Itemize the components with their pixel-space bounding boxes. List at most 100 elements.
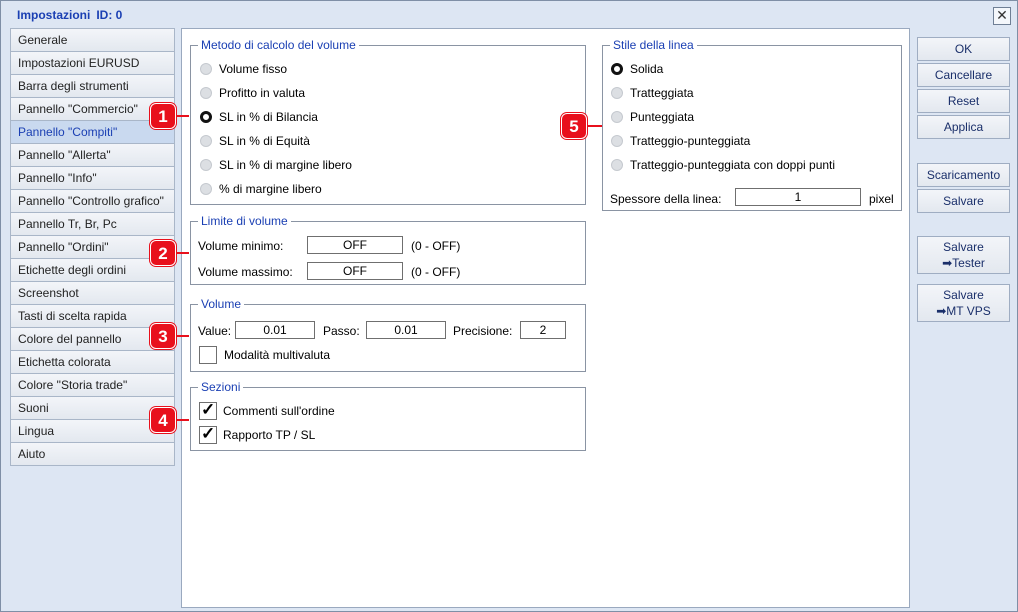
- radio-free-margin[interactable]: % di margine libero: [200, 180, 322, 198]
- annotation-line-2: [177, 252, 189, 254]
- volume-limit-title: Limite di volume: [198, 213, 291, 229]
- line-width-unit: pixel: [869, 192, 894, 206]
- radio-button[interactable]: [200, 182, 212, 195]
- annotation-line-3: [177, 335, 189, 337]
- order-comments-checkbox[interactable]: ✓: [199, 400, 217, 420]
- radio-button-selected[interactable]: [200, 110, 212, 123]
- radio-label: SL in % di Equità: [219, 134, 310, 148]
- max-volume-hint: (0 - OFF): [411, 265, 461, 279]
- save-button[interactable]: Salvare: [917, 189, 1010, 213]
- reset-button[interactable]: Reset: [917, 89, 1010, 113]
- radio-button[interactable]: [611, 110, 623, 123]
- radio-sl-free-margin[interactable]: SL in % di margine libero: [200, 156, 352, 174]
- annotation-line-1: [177, 115, 189, 117]
- sections-title: Sezioni: [198, 379, 244, 395]
- volume-group: Volume Value: 0.01 Passo: 0.01 Precision…: [190, 296, 586, 372]
- radio-dash-dot-dot[interactable]: Tratteggio-punteggiata con doppi punti: [611, 156, 835, 174]
- settings-window: Impostazioni ID: 0 ✕ Generale Impostazion…: [0, 0, 1018, 612]
- annotation-line-5: [588, 125, 602, 127]
- radio-label: Volume fisso: [219, 62, 288, 76]
- sidebar-item-toolbar[interactable]: Barra degli strumenti: [10, 74, 175, 98]
- title-bar: Impostazioni ID: 0 ✕: [1, 1, 1017, 27]
- radio-button[interactable]: [200, 86, 212, 99]
- radio-label: Profitto in valuta: [219, 86, 306, 100]
- radio-fixed-volume[interactable]: Volume fisso: [200, 60, 287, 78]
- multicurrency-label: Modalità multivaluta: [224, 348, 331, 362]
- download-button[interactable]: Scaricamento: [917, 163, 1010, 187]
- multicurrency-checkbox[interactable]: [199, 346, 217, 364]
- cancel-button[interactable]: Cancellare: [917, 63, 1010, 87]
- sidebar-item-chart-control-panel[interactable]: Pannello "Controllo grafico": [10, 189, 175, 213]
- apply-button[interactable]: Applica: [917, 115, 1010, 139]
- min-volume-input[interactable]: OFF: [307, 236, 403, 254]
- volume-title: Volume: [198, 296, 245, 312]
- save-vps-line2: ➡MT VPS: [936, 304, 991, 318]
- sidebar-item-tr-br-pc-panel[interactable]: Pannello Tr, Br, Pc: [10, 212, 175, 236]
- radio-button[interactable]: [611, 158, 623, 171]
- radio-label: SL in % di Bilancia: [219, 110, 318, 124]
- radio-solid[interactable]: Solida: [611, 60, 663, 78]
- sidebar-item-alert-panel[interactable]: Pannello "Allerta": [10, 143, 175, 167]
- radio-profit-currency[interactable]: Profitto in valuta: [200, 84, 305, 102]
- radio-button-selected[interactable]: [611, 62, 623, 75]
- sidebar-item-screenshot[interactable]: Screenshot: [10, 281, 175, 305]
- settings-panel: Metodo di calcolo del volume Volume fiss…: [181, 28, 910, 608]
- radio-button[interactable]: [200, 62, 212, 75]
- close-icon: ✕: [996, 7, 1008, 23]
- sidebar-item-help[interactable]: Aiuto: [10, 442, 175, 466]
- min-volume-hint: (0 - OFF): [411, 239, 461, 253]
- radio-button[interactable]: [611, 134, 623, 147]
- save-tester-button[interactable]: Salvare ➡Tester: [917, 236, 1010, 274]
- window-title-text: Impostazioni: [17, 8, 91, 22]
- save-vps-line1: Salvare: [943, 288, 984, 302]
- precision-input[interactable]: 2: [520, 321, 566, 339]
- line-style-group: Stile della linea Solida Tratteggiata Pu…: [602, 37, 902, 211]
- radio-button[interactable]: [200, 158, 212, 171]
- save-tester-line1: Salvare: [943, 240, 984, 254]
- line-width-input[interactable]: 1: [735, 188, 861, 206]
- max-volume-label: Volume massimo:: [198, 265, 293, 279]
- volume-method-title: Metodo di calcolo del volume: [198, 37, 359, 53]
- tp-sl-ratio-label: Rapporto TP / SL: [223, 428, 316, 442]
- sidebar-item-info-panel[interactable]: Pannello "Info": [10, 166, 175, 190]
- sidebar-item-symbol-settings[interactable]: Impostazioni EURUSD: [10, 51, 175, 75]
- radio-dash-dot[interactable]: Tratteggio-punteggiata: [611, 132, 750, 150]
- volume-method-group: Metodo di calcolo del volume Volume fiss…: [190, 37, 586, 205]
- annotation-badge-2: 2: [150, 240, 176, 266]
- sidebar-item-trade-history-color[interactable]: Colore "Storia trade": [10, 373, 175, 397]
- tp-sl-ratio-checkbox[interactable]: ✓: [199, 424, 217, 444]
- max-volume-input[interactable]: OFF: [307, 262, 403, 280]
- line-width-label: Spessore della linea:: [610, 192, 722, 206]
- min-volume-label: Volume minimo:: [198, 239, 284, 253]
- close-button[interactable]: ✕: [993, 7, 1011, 25]
- radio-button[interactable]: [611, 86, 623, 99]
- check-icon: ✓: [201, 400, 216, 419]
- line-style-title: Stile della linea: [610, 37, 697, 53]
- radio-label: % di margine libero: [219, 182, 322, 196]
- order-comments-label: Commenti sull'ordine: [223, 404, 335, 418]
- sidebar-item-colored-label[interactable]: Etichetta colorata: [10, 350, 175, 374]
- save-vps-button[interactable]: Salvare ➡MT VPS: [917, 284, 1010, 322]
- sections-group: Sezioni ✓ Commenti sull'ordine ✓ Rapport…: [190, 379, 586, 451]
- radio-label: SL in % di margine libero: [219, 158, 352, 172]
- annotation-badge-1: 1: [150, 103, 176, 129]
- radio-dotted[interactable]: Punteggiata: [611, 108, 694, 126]
- sidebar-item-generale[interactable]: Generale: [10, 28, 175, 52]
- step-label: Passo:: [323, 324, 360, 338]
- window-title: Impostazioni ID: 0: [17, 8, 122, 22]
- radio-sl-balance[interactable]: SL in % di Bilancia: [200, 108, 318, 126]
- value-input[interactable]: 0.01: [235, 321, 315, 339]
- precision-label: Precisione:: [453, 324, 513, 338]
- check-icon: ✓: [201, 424, 216, 443]
- volume-limit-group: Limite di volume Volume minimo: OFF (0 -…: [190, 213, 586, 285]
- annotation-badge-4: 4: [150, 407, 176, 433]
- radio-sl-equity[interactable]: SL in % di Equità: [200, 132, 310, 150]
- annotation-badge-5: 5: [561, 113, 587, 139]
- value-label: Value:: [198, 324, 232, 338]
- step-input[interactable]: 0.01: [366, 321, 446, 339]
- radio-dashed[interactable]: Tratteggiata: [611, 84, 694, 102]
- radio-label: Tratteggio-punteggiata: [630, 134, 751, 148]
- ok-button[interactable]: OK: [917, 37, 1010, 61]
- save-tester-line2: ➡Tester: [942, 256, 985, 270]
- radio-button[interactable]: [200, 134, 212, 147]
